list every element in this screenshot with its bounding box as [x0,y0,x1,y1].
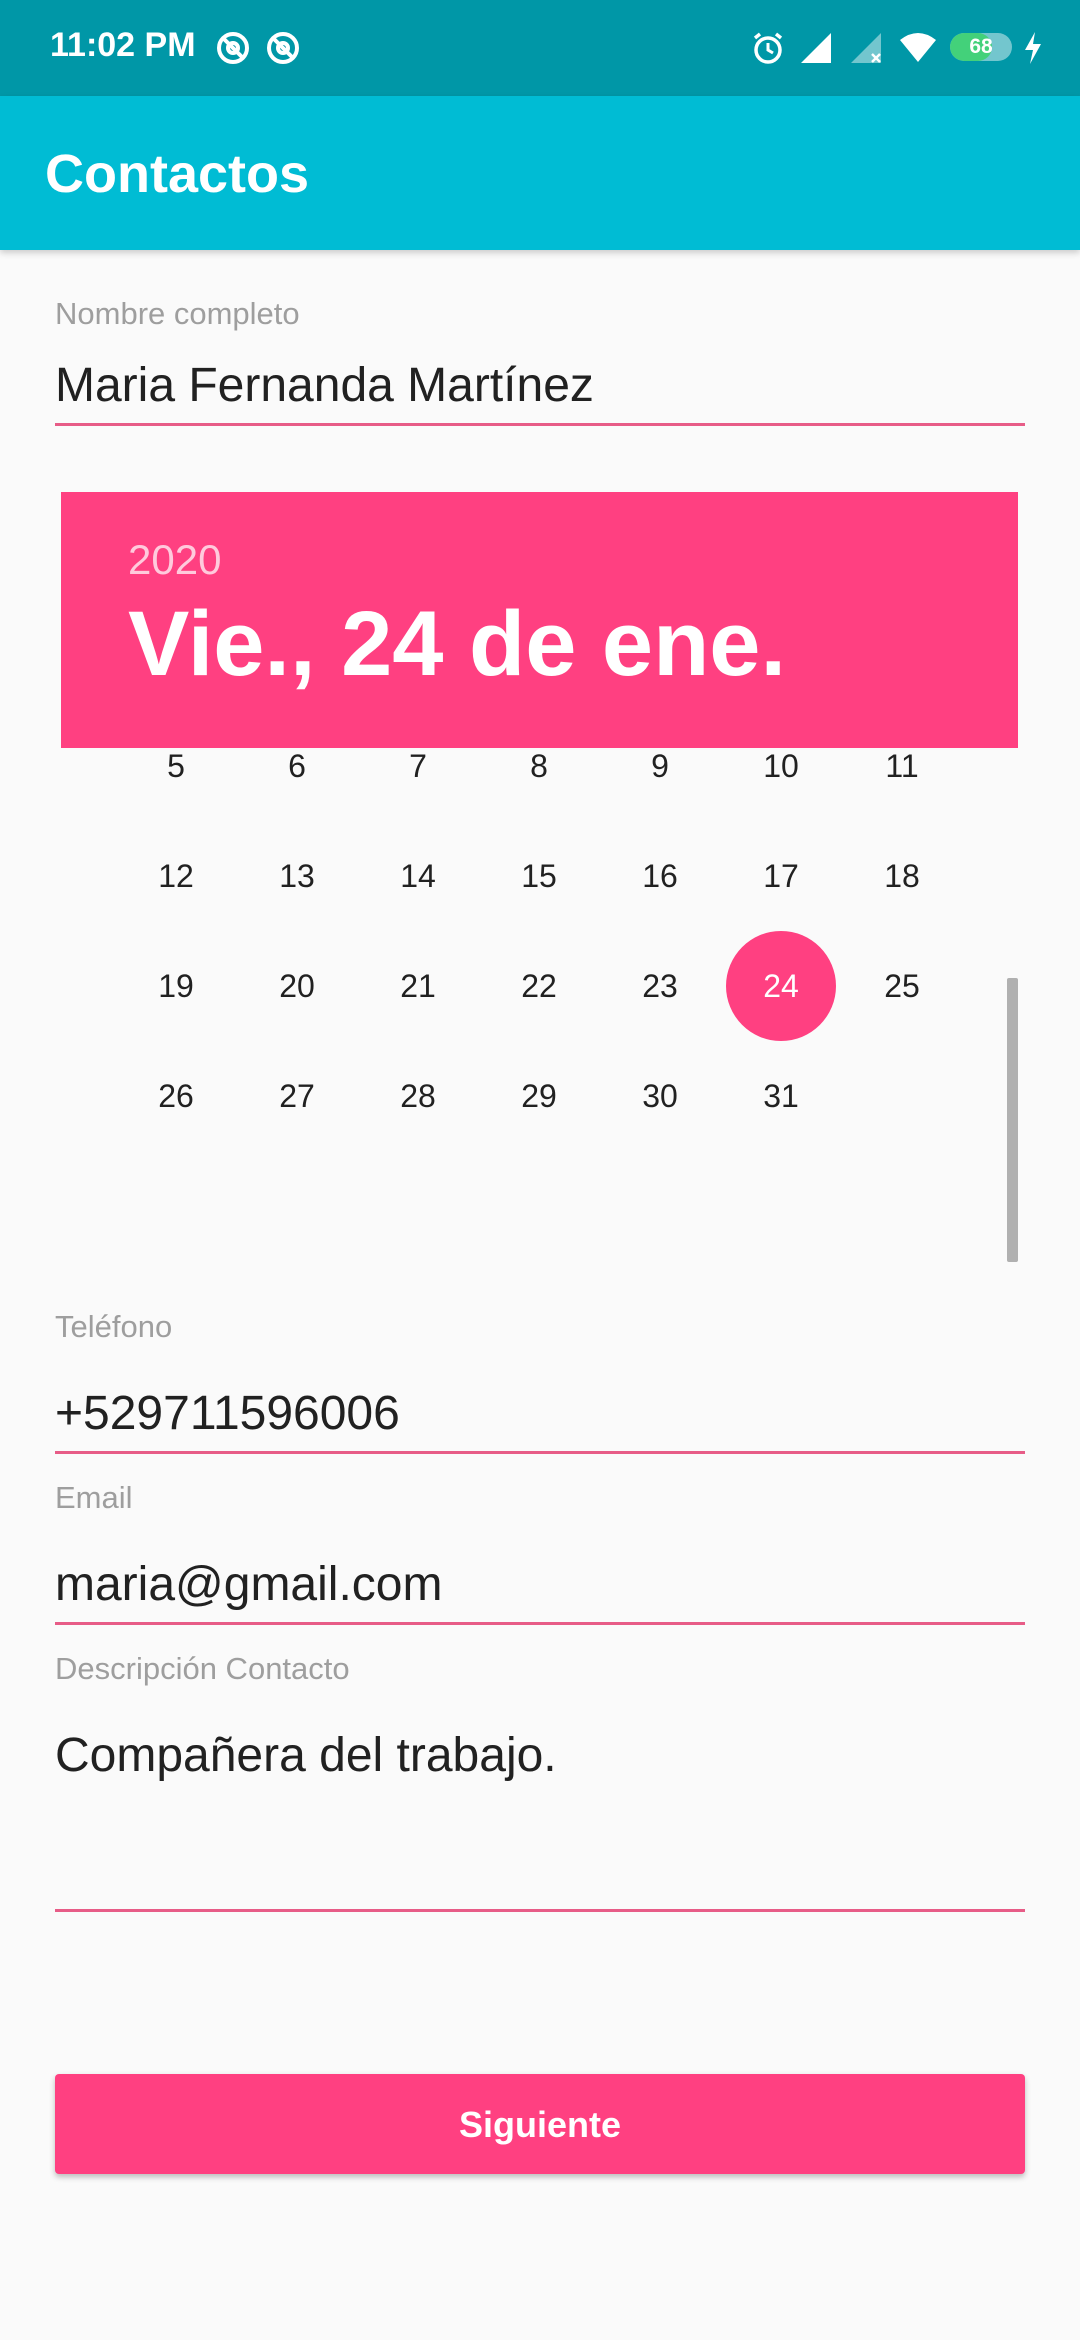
email-label: Email [55,1480,133,1515]
signal-icon-no-data [851,33,881,63]
calendar-day[interactable]: 18 [847,821,957,931]
calendar-day[interactable]: 15 [484,821,594,931]
calendar-day[interactable]: 16 [605,821,715,931]
battery-percent: 68 [969,35,993,58]
status-time: 11:02 PM [50,26,196,64]
calendar-scrollbar[interactable] [1007,978,1018,1262]
description-field[interactable]: Compañera del trabajo. [55,1728,1025,1783]
battery-icon: 68 [950,33,1012,61]
description-label: Descripción Contacto [55,1651,350,1686]
phone-field[interactable]: +529711596006 [55,1386,1025,1441]
calendar-day[interactable]: 27 [242,1041,352,1151]
phone-field-underline [55,1451,1025,1454]
email-field[interactable]: maria@gmail.com [55,1557,1025,1612]
calendar-day[interactable]: 14 [363,821,473,931]
calendar-day[interactable]: 29 [484,1041,594,1151]
calendar-day[interactable]: 19 [121,931,231,1041]
phone-label: Teléfono [55,1309,173,1344]
calendar-day[interactable]: 20 [242,931,352,1041]
email-field-underline [55,1622,1025,1625]
calendar-day[interactable]: 12 [121,821,231,931]
calendar-day[interactable]: 13 [242,821,352,931]
next-button[interactable]: Siguiente [55,2074,1025,2174]
alarm-icon [753,32,783,64]
app-bar: Contactos [0,96,1080,250]
calendar-day[interactable]: 22 [484,931,594,1041]
picker-selected-date[interactable]: Vie., 24 de ene. [128,592,786,697]
calendar-day[interactable]: 26 [121,1041,231,1151]
calendar-day[interactable]: 28 [363,1041,473,1151]
calendar-day[interactable]: 30 [605,1041,715,1151]
status-bar: 11:02 PM 68 [0,0,1080,96]
date-picker-header: 2020 Vie., 24 de ene. [61,492,1018,748]
signal-icon [801,33,831,63]
wifi-icon [900,33,936,62]
name-label: Nombre completo [55,296,300,331]
page-title: Contactos [45,144,310,204]
picker-year[interactable]: 2020 [128,536,221,584]
charging-icon [1025,32,1041,64]
description-field-underline [55,1909,1025,1912]
name-field[interactable]: Maria Fernanda Martínez [55,358,1025,413]
at-icon [267,32,299,64]
calendar-day-selected[interactable]: 24 [726,931,836,1041]
calendar-day[interactable]: 23 [605,931,715,1041]
name-field-underline [55,423,1025,426]
at-icon [217,32,249,64]
calendar-day[interactable]: 21 [363,931,473,1041]
calendar-day[interactable]: 31 [726,1041,836,1151]
calendar-day[interactable]: 25 [847,931,957,1041]
calendar-day[interactable]: 17 [726,821,836,931]
